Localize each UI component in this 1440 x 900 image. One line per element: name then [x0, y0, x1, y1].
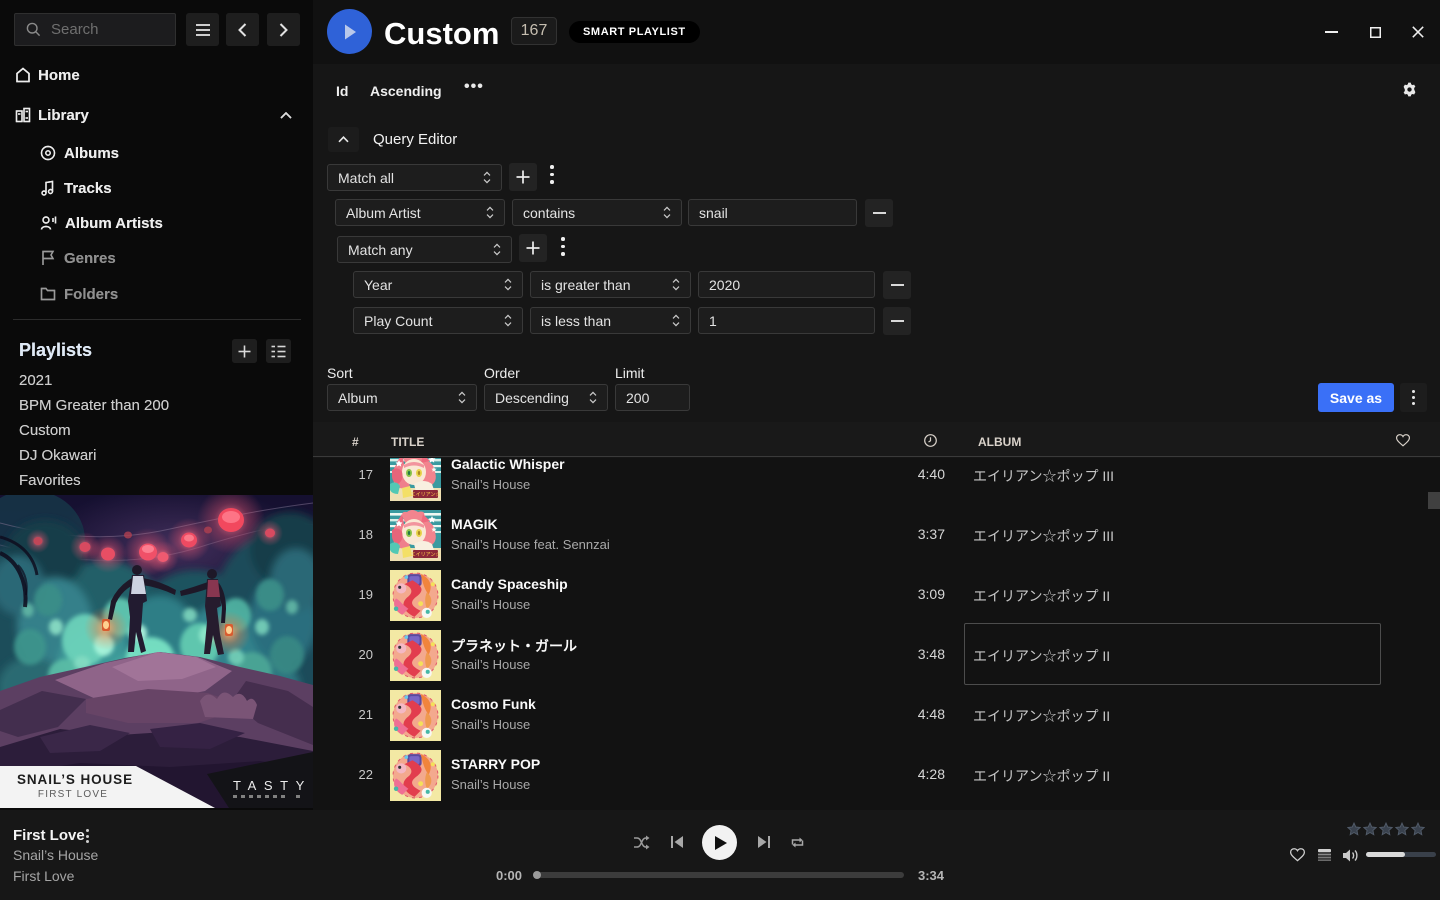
svg-text:エイリアン☆: エイリアン☆: [411, 551, 441, 558]
svg-text:エイリアン☆: エイリアン☆: [411, 491, 441, 498]
svg-text:SNAIL’S HOUSE: SNAIL’S HOUSE: [17, 772, 133, 787]
svg-text:TASTY: TASTY: [233, 778, 312, 793]
svg-text:FIRST LOVE: FIRST LOVE: [38, 789, 108, 800]
